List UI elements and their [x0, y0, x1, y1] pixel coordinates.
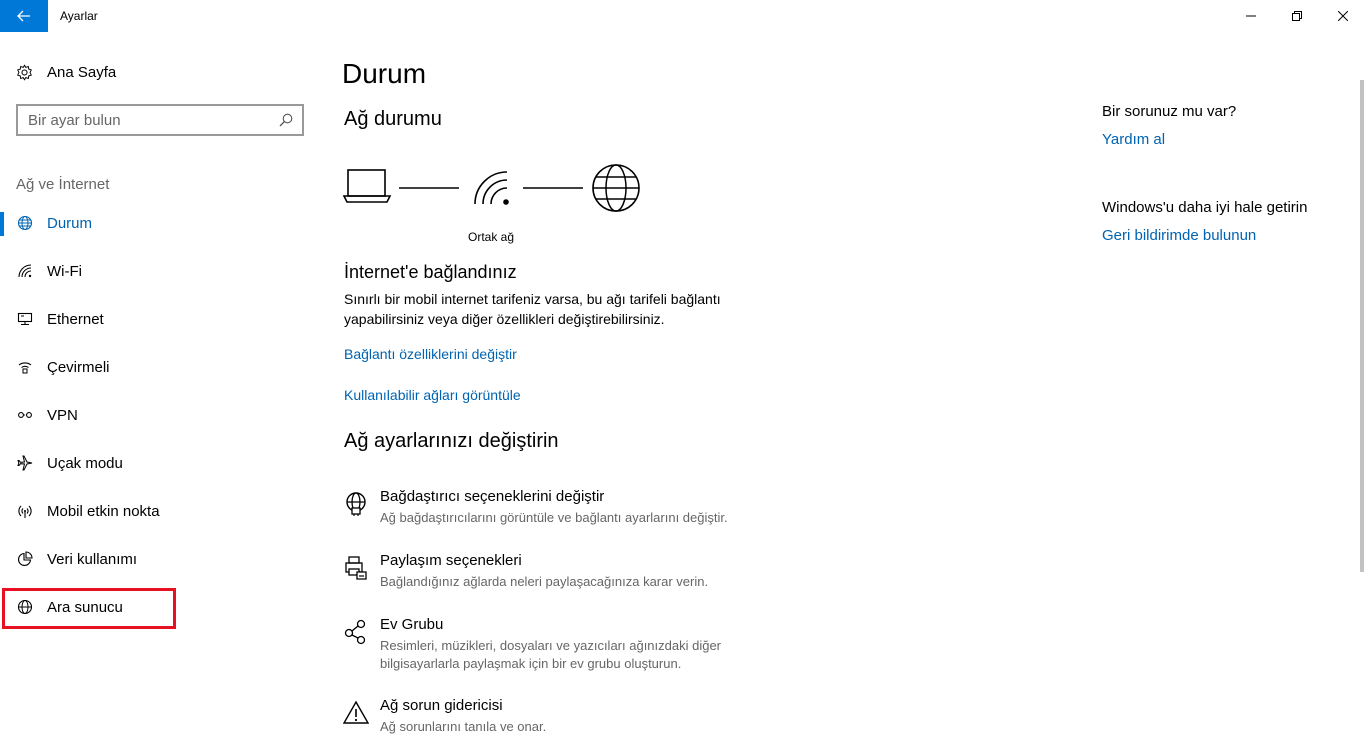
setting-title: Bağdaştırıcı seçeneklerini değiştir: [380, 488, 605, 505]
sidebar-item-durum[interactable]: Durum: [0, 200, 320, 248]
sidebar-item-label: Durum: [47, 215, 93, 232]
setting-title: Ev Grubu: [380, 616, 444, 633]
show-available-networks-link[interactable]: Kullanılabilir ağları görüntüle: [344, 387, 521, 403]
back-button[interactable]: [0, 0, 48, 32]
laptop-icon: [342, 169, 392, 203]
search-input[interactable]: Bir ayar bulun: [16, 104, 304, 136]
minimize-button[interactable]: [1228, 0, 1274, 32]
restore-button[interactable]: [1274, 0, 1320, 32]
ethernet-icon: [16, 310, 34, 328]
sidebar-item-ucak-modu[interactable]: Uçak modu: [0, 440, 320, 488]
pie-chart-icon: [16, 550, 34, 568]
setting-description: Ağ bağdaştırıcılarını görüntüle ve bağla…: [380, 510, 728, 525]
restore-icon: [1292, 11, 1302, 21]
sidebar-item-label: VPN: [47, 407, 78, 424]
airplane-icon: [16, 454, 34, 472]
active-indicator: [0, 212, 4, 236]
sidebar-item-mobil-etkin-nokta[interactable]: Mobil etkin nokta: [0, 488, 320, 536]
sidebar-item-veri-kullanimi[interactable]: Veri kullanımı: [0, 536, 320, 584]
sidebar-item-wifi[interactable]: Wi-Fi: [0, 248, 320, 296]
page-title: Durum: [342, 58, 427, 89]
sidebar-item-label: Mobil etkin nokta: [47, 503, 160, 520]
title-bar: Ayarlar: [0, 0, 1366, 32]
sidebar-item-label: Ethernet: [47, 311, 104, 328]
sidebar-item-label: Uçak modu: [47, 455, 123, 472]
search-icon[interactable]: [274, 113, 298, 127]
setting-title: Paylaşım seçenekleri: [380, 552, 522, 569]
sidebar-item-label: Wi-Fi: [47, 263, 82, 280]
home-nav-item[interactable]: Ana Sayfa: [16, 60, 116, 84]
connection-status-title: İnternet'e bağlandınız: [344, 262, 517, 282]
network-type-label: Ortak ağ: [468, 230, 515, 244]
section-header: Ağ ve İnternet: [16, 176, 110, 193]
sharing-icon: [342, 554, 370, 582]
sidebar: Ana Sayfa Bir ayar bulun Ağ ve İnternet …: [0, 32, 320, 738]
homegroup-icon: [342, 618, 370, 646]
connection-status-description: Sınırlı bir mobil internet tarifeniz var…: [344, 291, 721, 327]
back-arrow-icon: [17, 10, 30, 22]
internet-globe-icon: [592, 164, 640, 212]
setting-description: Bağlandığınız ağlarda neleri paylaşacağı…: [380, 574, 709, 589]
setting-title: Ağ sorun gidericisi: [380, 697, 503, 714]
network-status-title: Ağ durumu: [344, 108, 442, 130]
wifi-signal-icon: [474, 171, 509, 205]
setting-description: Resimleri, müzikleri, dosyaları ve yazıc…: [380, 638, 722, 671]
dialup-icon: [16, 358, 34, 376]
hotspot-icon: [16, 502, 34, 520]
vpn-icon: [16, 406, 34, 424]
change-connection-properties-link[interactable]: Bağlantı özelliklerini değiştir: [344, 346, 517, 362]
sidebar-item-ethernet[interactable]: Ethernet: [0, 296, 320, 344]
adapter-icon: [342, 490, 370, 518]
search-placeholder: Bir ayar bulun: [28, 111, 121, 129]
close-icon: [1338, 11, 1348, 21]
help-question: Bir sorunuz mu var?: [1102, 103, 1237, 120]
get-help-link[interactable]: Yardım al: [1102, 131, 1165, 148]
sidebar-item-cevirmeli[interactable]: Çevirmeli: [0, 344, 320, 392]
sidebar-item-vpn[interactable]: VPN: [0, 392, 320, 440]
main-content: Durum Ağ durumu Ortak ağ İnternet'e bağl…: [342, 32, 1082, 738]
warning-icon: [342, 699, 370, 727]
globe-network-icon: [16, 214, 34, 232]
change-settings-title: Ağ ayarlarınızı değiştirin: [344, 430, 559, 452]
scrollbar[interactable]: [1360, 80, 1364, 572]
highlight-box: [2, 588, 176, 629]
gear-icon: [17, 63, 32, 81]
setting-description: Ağ sorunlarını tanıla ve onar.: [380, 719, 547, 734]
window-title: Ayarlar: [60, 9, 98, 23]
close-button[interactable]: [1320, 0, 1366, 32]
improve-windows-text: Windows'u daha iyi hale getirin: [1102, 199, 1308, 216]
sidebar-item-label: Veri kullanımı: [47, 551, 138, 568]
home-label: Ana Sayfa: [47, 63, 117, 81]
minimize-icon: [1246, 15, 1256, 17]
give-feedback-link[interactable]: Geri bildirimde bulunun: [1102, 227, 1256, 244]
wifi-icon: [16, 262, 34, 280]
sidebar-item-label: Çevirmeli: [47, 359, 110, 376]
